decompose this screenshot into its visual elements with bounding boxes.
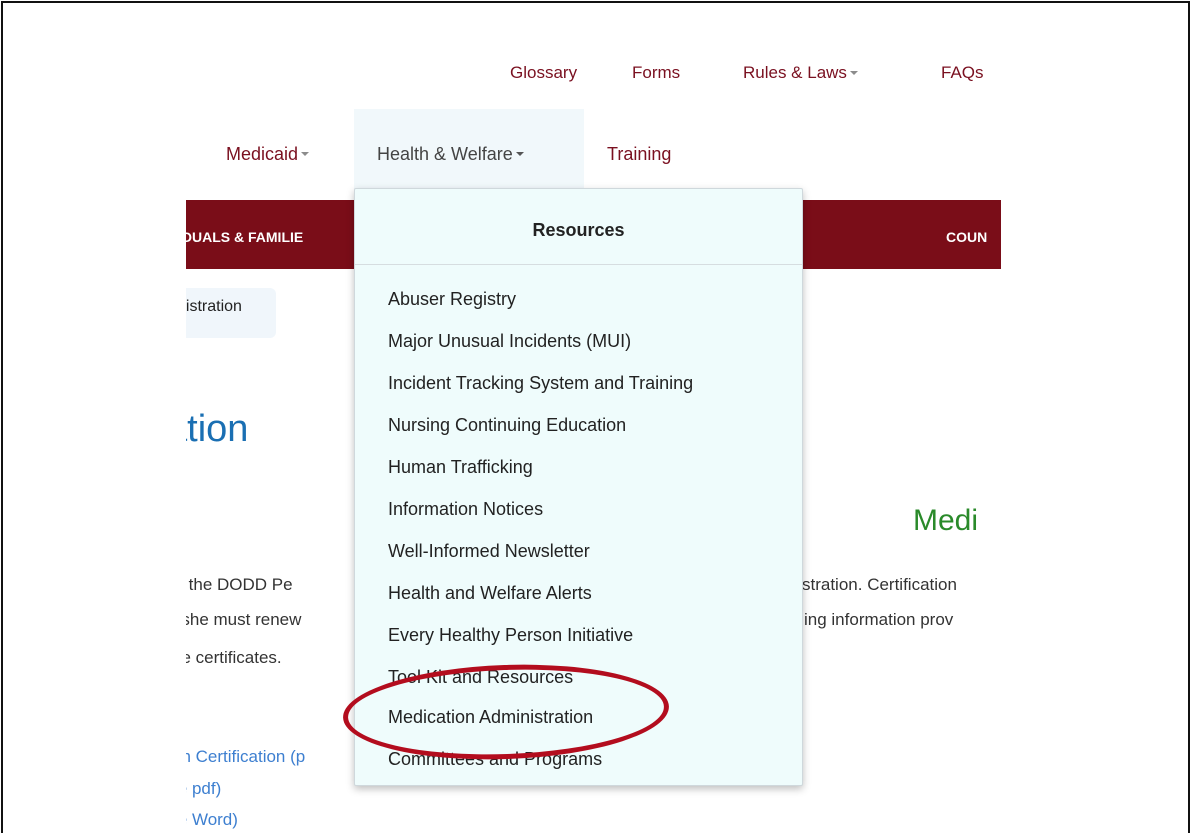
body-text-line: r she must renew: [186, 610, 302, 629]
nav-training[interactable]: Training: [607, 144, 671, 165]
menu-item-alerts[interactable]: Health and Welfare Alerts: [388, 583, 592, 604]
nav-medicaid-label: Medicaid: [226, 144, 299, 164]
chevron-down-icon: [849, 70, 858, 75]
doc-link[interactable]: on Certification (p: [186, 747, 305, 767]
menu-item-information-notices[interactable]: Information Notices: [388, 499, 543, 520]
section-counties[interactable]: COUN: [946, 229, 987, 245]
nav-forms[interactable]: Forms: [632, 63, 680, 83]
body-text-line: se certificates.: [186, 648, 282, 667]
menu-item-nursing-ce[interactable]: Nursing Continuing Education: [388, 415, 626, 436]
chevron-down-icon: [515, 152, 524, 157]
page-title: ation: [186, 408, 249, 450]
menu-item-healthy-person[interactable]: Every Healthy Person Initiative: [388, 625, 633, 646]
breadcrumb-current: nistration: [186, 298, 242, 315]
nav-health-welfare-label: Health & Welfare: [377, 144, 513, 164]
menu-item-incident-tracking[interactable]: Incident Tracking System and Training: [388, 373, 693, 394]
menu-item-mui[interactable]: Major Unusual Incidents (MUI): [388, 331, 631, 352]
dropdown-header: Resources: [355, 189, 802, 265]
doc-link[interactable]: le pdf): [186, 779, 221, 799]
nav-health-welfare[interactable]: Health & Welfare: [377, 144, 524, 165]
dropdown-heading: Resources: [532, 220, 625, 240]
menu-item-abuser-registry[interactable]: Abuser Registry: [388, 289, 516, 310]
nav-rules-laws-label: Rules & Laws: [743, 63, 847, 82]
nav-glossary[interactable]: Glossary: [510, 63, 577, 83]
body-text-line: stration. Certification: [802, 575, 957, 594]
section-individuals-families[interactable]: IDUALS & FAMILIE: [186, 229, 303, 245]
menu-item-newsletter[interactable]: Well-Informed Newsletter: [388, 541, 590, 562]
menu-item-human-trafficking[interactable]: Human Trafficking: [388, 457, 533, 478]
chevron-down-icon: [301, 152, 310, 157]
nav-medicaid[interactable]: Medicaid: [226, 144, 310, 165]
body-text-line: ch the DODD Pe: [186, 575, 293, 594]
nav-faqs[interactable]: FAQs: [941, 63, 984, 83]
side-heading: Medi: [913, 504, 979, 537]
body-text-line: ing information prov: [804, 610, 954, 629]
doc-link[interactable]: le Word): [186, 810, 238, 829]
nav-rules-laws[interactable]: Rules & Laws: [743, 63, 858, 83]
